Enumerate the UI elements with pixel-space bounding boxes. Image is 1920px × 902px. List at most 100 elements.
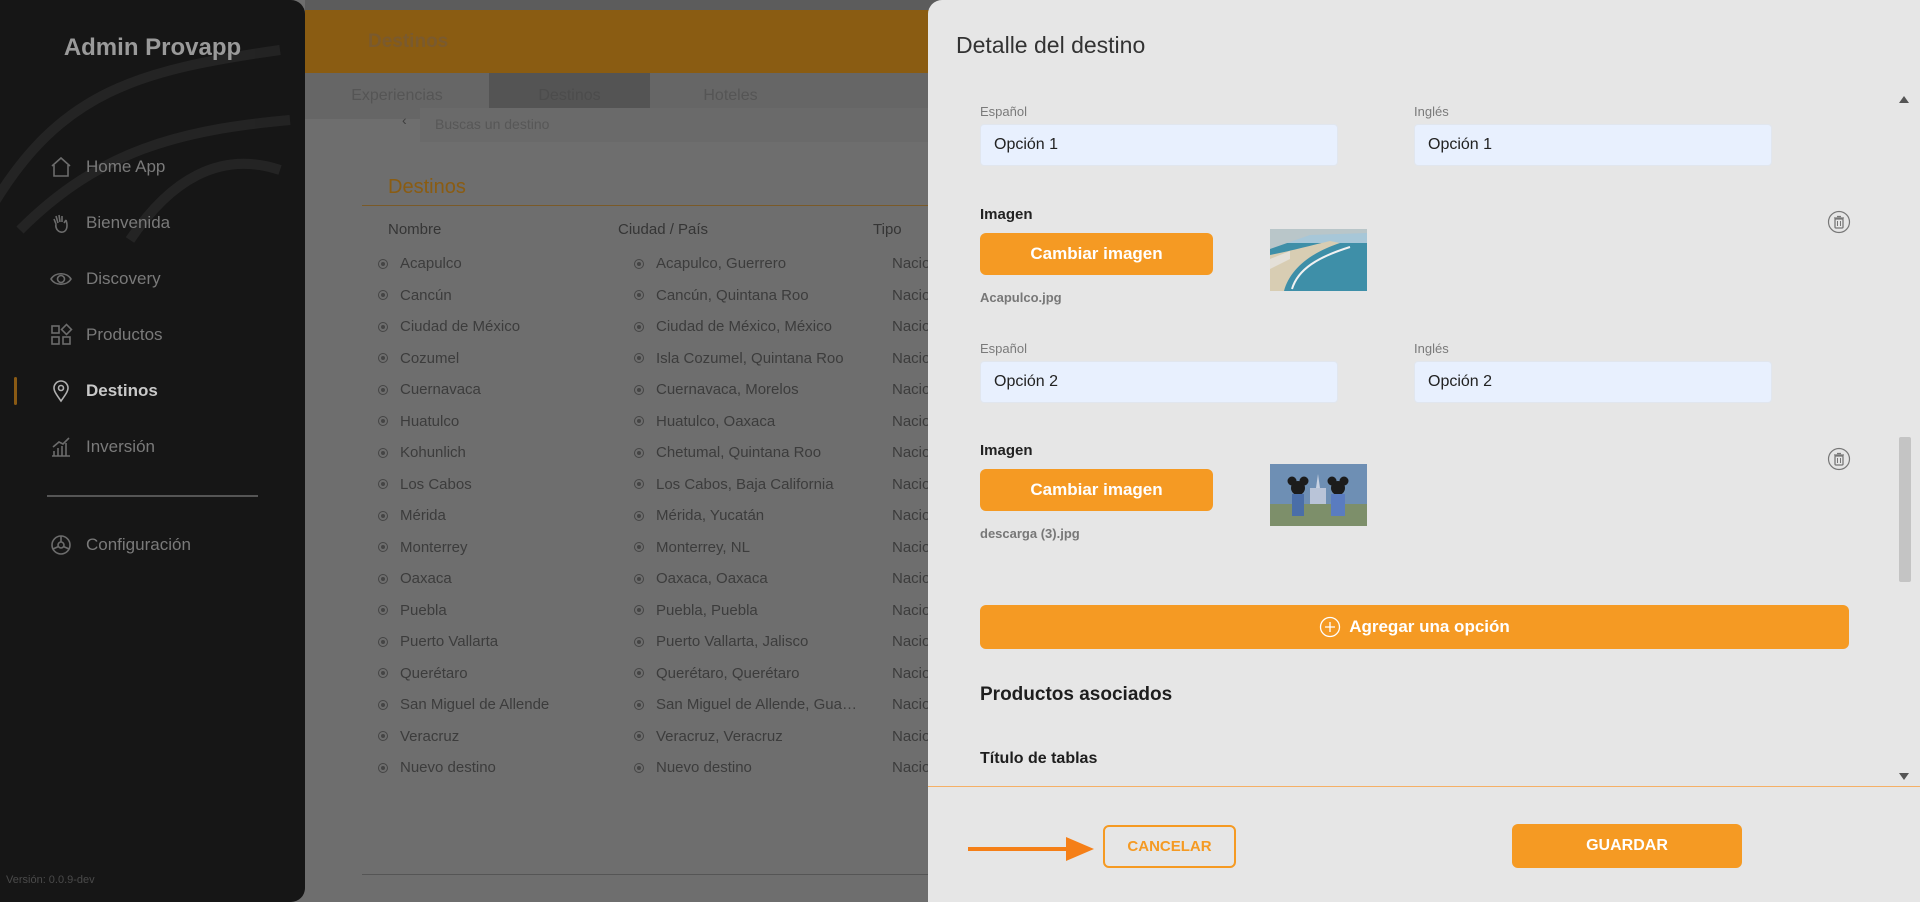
bullet-icon [634,258,644,269]
cell-name: Querétaro [378,665,468,682]
cell-name: Cuernavaca [378,381,481,398]
modal-footer: CANCELAR GUARDAR [928,786,1920,902]
scroll-thumb[interactable] [1899,437,1911,582]
option-1-english-input[interactable] [1414,124,1772,166]
cell-name: Veracruz [378,728,459,745]
sidebar-item-destinos[interactable]: Destinos [0,363,305,419]
bullet-icon [634,605,644,615]
sidebar-item-inversion[interactable]: Inversión [0,419,305,475]
cell-name-text: Puerto Vallarta [400,633,499,650]
bullet-icon [378,668,388,678]
bullet-icon [378,762,388,773]
cell-name-text: Veracruz [400,727,460,745]
cell-type-text: Nacio [892,538,931,556]
settings-icon [48,532,74,558]
bullet-icon [634,416,644,426]
cell-type: Nacio [892,570,930,587]
brand-title: Admin Provapp [63,34,242,61]
add-option-label: Agregar una opción [1349,617,1510,636]
sidebar-item-productos[interactable]: Productos [0,307,305,363]
wave-hand-icon [48,210,74,236]
cell-type-text: Nacio [892,727,931,745]
cell-type-text: Nacio [892,507,931,524]
sidebar-item-bienvenida[interactable]: Bienvenida [0,195,305,251]
option-1-spanish-input[interactable] [980,124,1338,166]
destination-detail-modal: Detalle del destino Español Inglés Image… [928,0,1920,902]
bullet-icon [378,605,388,615]
acapulco-thumbnail [1270,229,1367,291]
trash-icon[interactable] [1827,447,1851,471]
bullet-icon [634,353,644,363]
bar-chart-icon [48,434,74,460]
cell-city-text: Oaxaca, Oaxaca [656,570,768,587]
cell-type-text: Nacio [892,412,931,430]
bullet-icon [378,353,388,363]
cell-name: Puebla [378,602,447,619]
add-option-button[interactable]: Agregar una opción [980,605,1849,649]
bullet-icon [378,731,388,741]
cell-city: Puebla, Puebla [634,602,758,619]
cell-type: Nacio [892,759,930,776]
cell-type: Nacio [892,696,930,713]
save-button[interactable]: GUARDAR [1512,824,1742,868]
sidebar-item-label: Configuración [86,535,191,554]
cell-type: Nacio [892,444,930,461]
cell-name: Monterrey [378,539,468,556]
cell-type: Nacio [892,728,930,745]
trash-icon[interactable] [1827,210,1851,234]
cell-city: Cancún, Quintana Roo [634,287,809,304]
bullet-icon [634,290,644,300]
bullet-icon [634,668,644,678]
column-header-tipo: Tipo [873,221,902,238]
sidebar-item-configuracion[interactable]: Configuración [0,517,305,573]
cell-name-text: Cuernavaca [400,381,481,398]
cell-city-text: Huatulco, Oaxaca [656,412,776,430]
cell-city-text: Mérida, Yucatán [656,507,765,524]
sidebar-item-label: Discovery [86,269,161,288]
bullet-icon [634,510,644,521]
bullet-icon [634,542,644,552]
cell-name-text: Mérida [400,507,446,524]
cell-name-text: Monterrey [400,538,468,556]
cell-name-text: Huatulco [400,412,460,430]
bullet-icon [634,384,644,395]
cell-name: San Miguel de Allende [378,696,549,713]
cell-city-text: Los Cabos, Baja California [656,475,834,493]
cell-type: Nacio [892,381,930,398]
cell-city: Cuernavaca, Morelos [634,381,799,398]
cell-city: Veracruz, Veracruz [634,728,783,745]
cell-type: Nacio [892,633,930,650]
cell-city: San Miguel de Allende, Gua… [634,696,857,713]
cancel-button[interactable]: CANCELAR [1103,825,1236,868]
page-top-strip [305,0,965,10]
change-image-button[interactable]: Cambiar imagen [980,233,1213,275]
cell-type-text: Nacio [892,444,931,461]
cell-name: Cozumel [378,350,459,367]
scroll-down-icon[interactable] [1899,773,1909,780]
search-input[interactable]: Buscas un destino [420,108,965,142]
cell-type-text: Nacio [892,349,931,367]
cell-city: Acapulco, Guerrero [634,255,786,272]
image-label: Imagen [980,442,1033,459]
search-back-icon[interactable]: ‹ [402,112,407,128]
image-filename: Acapulco.jpg [980,290,1062,305]
cell-name: Huatulco [378,413,459,430]
cell-city-text: San Miguel de Allende, Gua… [656,696,857,713]
cell-name: Ciudad de México [378,318,520,335]
cell-type-text: Nacio [892,759,931,776]
cell-city: Monterrey, NL [634,539,750,556]
modal-scrollbar[interactable] [1896,92,1912,784]
change-image-button[interactable]: Cambiar imagen [980,469,1213,511]
sidebar-item-discovery[interactable]: Discovery [0,251,305,307]
label-ingles: Inglés [1414,104,1449,119]
cell-city: Querétaro, Querétaro [634,665,799,682]
scroll-up-icon[interactable] [1899,96,1909,103]
sidebar-item-home-app[interactable]: Home App [0,139,305,195]
bullet-icon [378,290,388,300]
bullet-icon [378,321,388,332]
option-2-spanish-input[interactable] [980,361,1338,403]
option-2-english-input[interactable] [1414,361,1772,403]
cell-city: Oaxaca, Oaxaca [634,570,768,587]
label-ingles: Inglés [1414,341,1449,356]
cell-name-text: Nuevo destino [400,759,496,776]
